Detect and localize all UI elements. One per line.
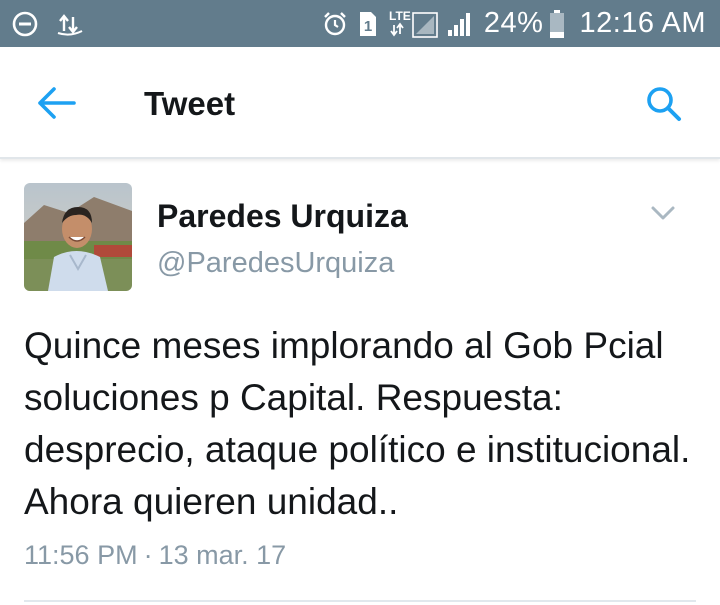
sim-slot-label: 1 (364, 18, 372, 35)
author-photo (24, 183, 132, 291)
do-not-disturb-icon (12, 11, 38, 37)
lte-label: LTE (389, 9, 411, 23)
signal-icon (444, 10, 474, 38)
alarm-icon (322, 11, 348, 37)
clock-time: 12:16 AM (579, 7, 706, 39)
back-button[interactable] (34, 83, 78, 123)
tweet-options-button[interactable] (648, 200, 678, 226)
divider (24, 600, 696, 602)
search-button[interactable] (642, 82, 686, 126)
app-header: Tweet (0, 47, 720, 159)
status-bar: 1 LTE 24% 12:16 AM (0, 0, 720, 47)
tweet-text: Quince meses implorando al Gob Pcial sol… (24, 325, 691, 522)
back-arrow-icon (38, 87, 76, 119)
status-bar-left (12, 11, 102, 37)
author-name[interactable]: Paredes Urquiza (157, 198, 408, 235)
tweet-timestamp: 11:56 PM · 13 mar. 17 (24, 540, 286, 571)
lte-signal-icon: LTE (388, 8, 440, 40)
battery-percent: 24% (483, 7, 544, 39)
author-handle[interactable]: @ParedesUrquiza (157, 247, 394, 280)
tweet-date: 13 mar. 17 (158, 540, 287, 570)
sim-1-icon: 1 (358, 10, 378, 38)
status-bar-right: 1 LTE 24% 12:16 AM (322, 7, 706, 40)
tweet-time: 11:56 PM (24, 540, 138, 570)
avatar[interactable] (24, 183, 132, 291)
chevron-down-icon (651, 206, 675, 220)
search-icon (647, 87, 681, 121)
battery-icon (549, 9, 565, 39)
data-sync-icon (56, 11, 84, 37)
page-title: Tweet (144, 85, 236, 122)
meta-separator: · (143, 540, 153, 570)
